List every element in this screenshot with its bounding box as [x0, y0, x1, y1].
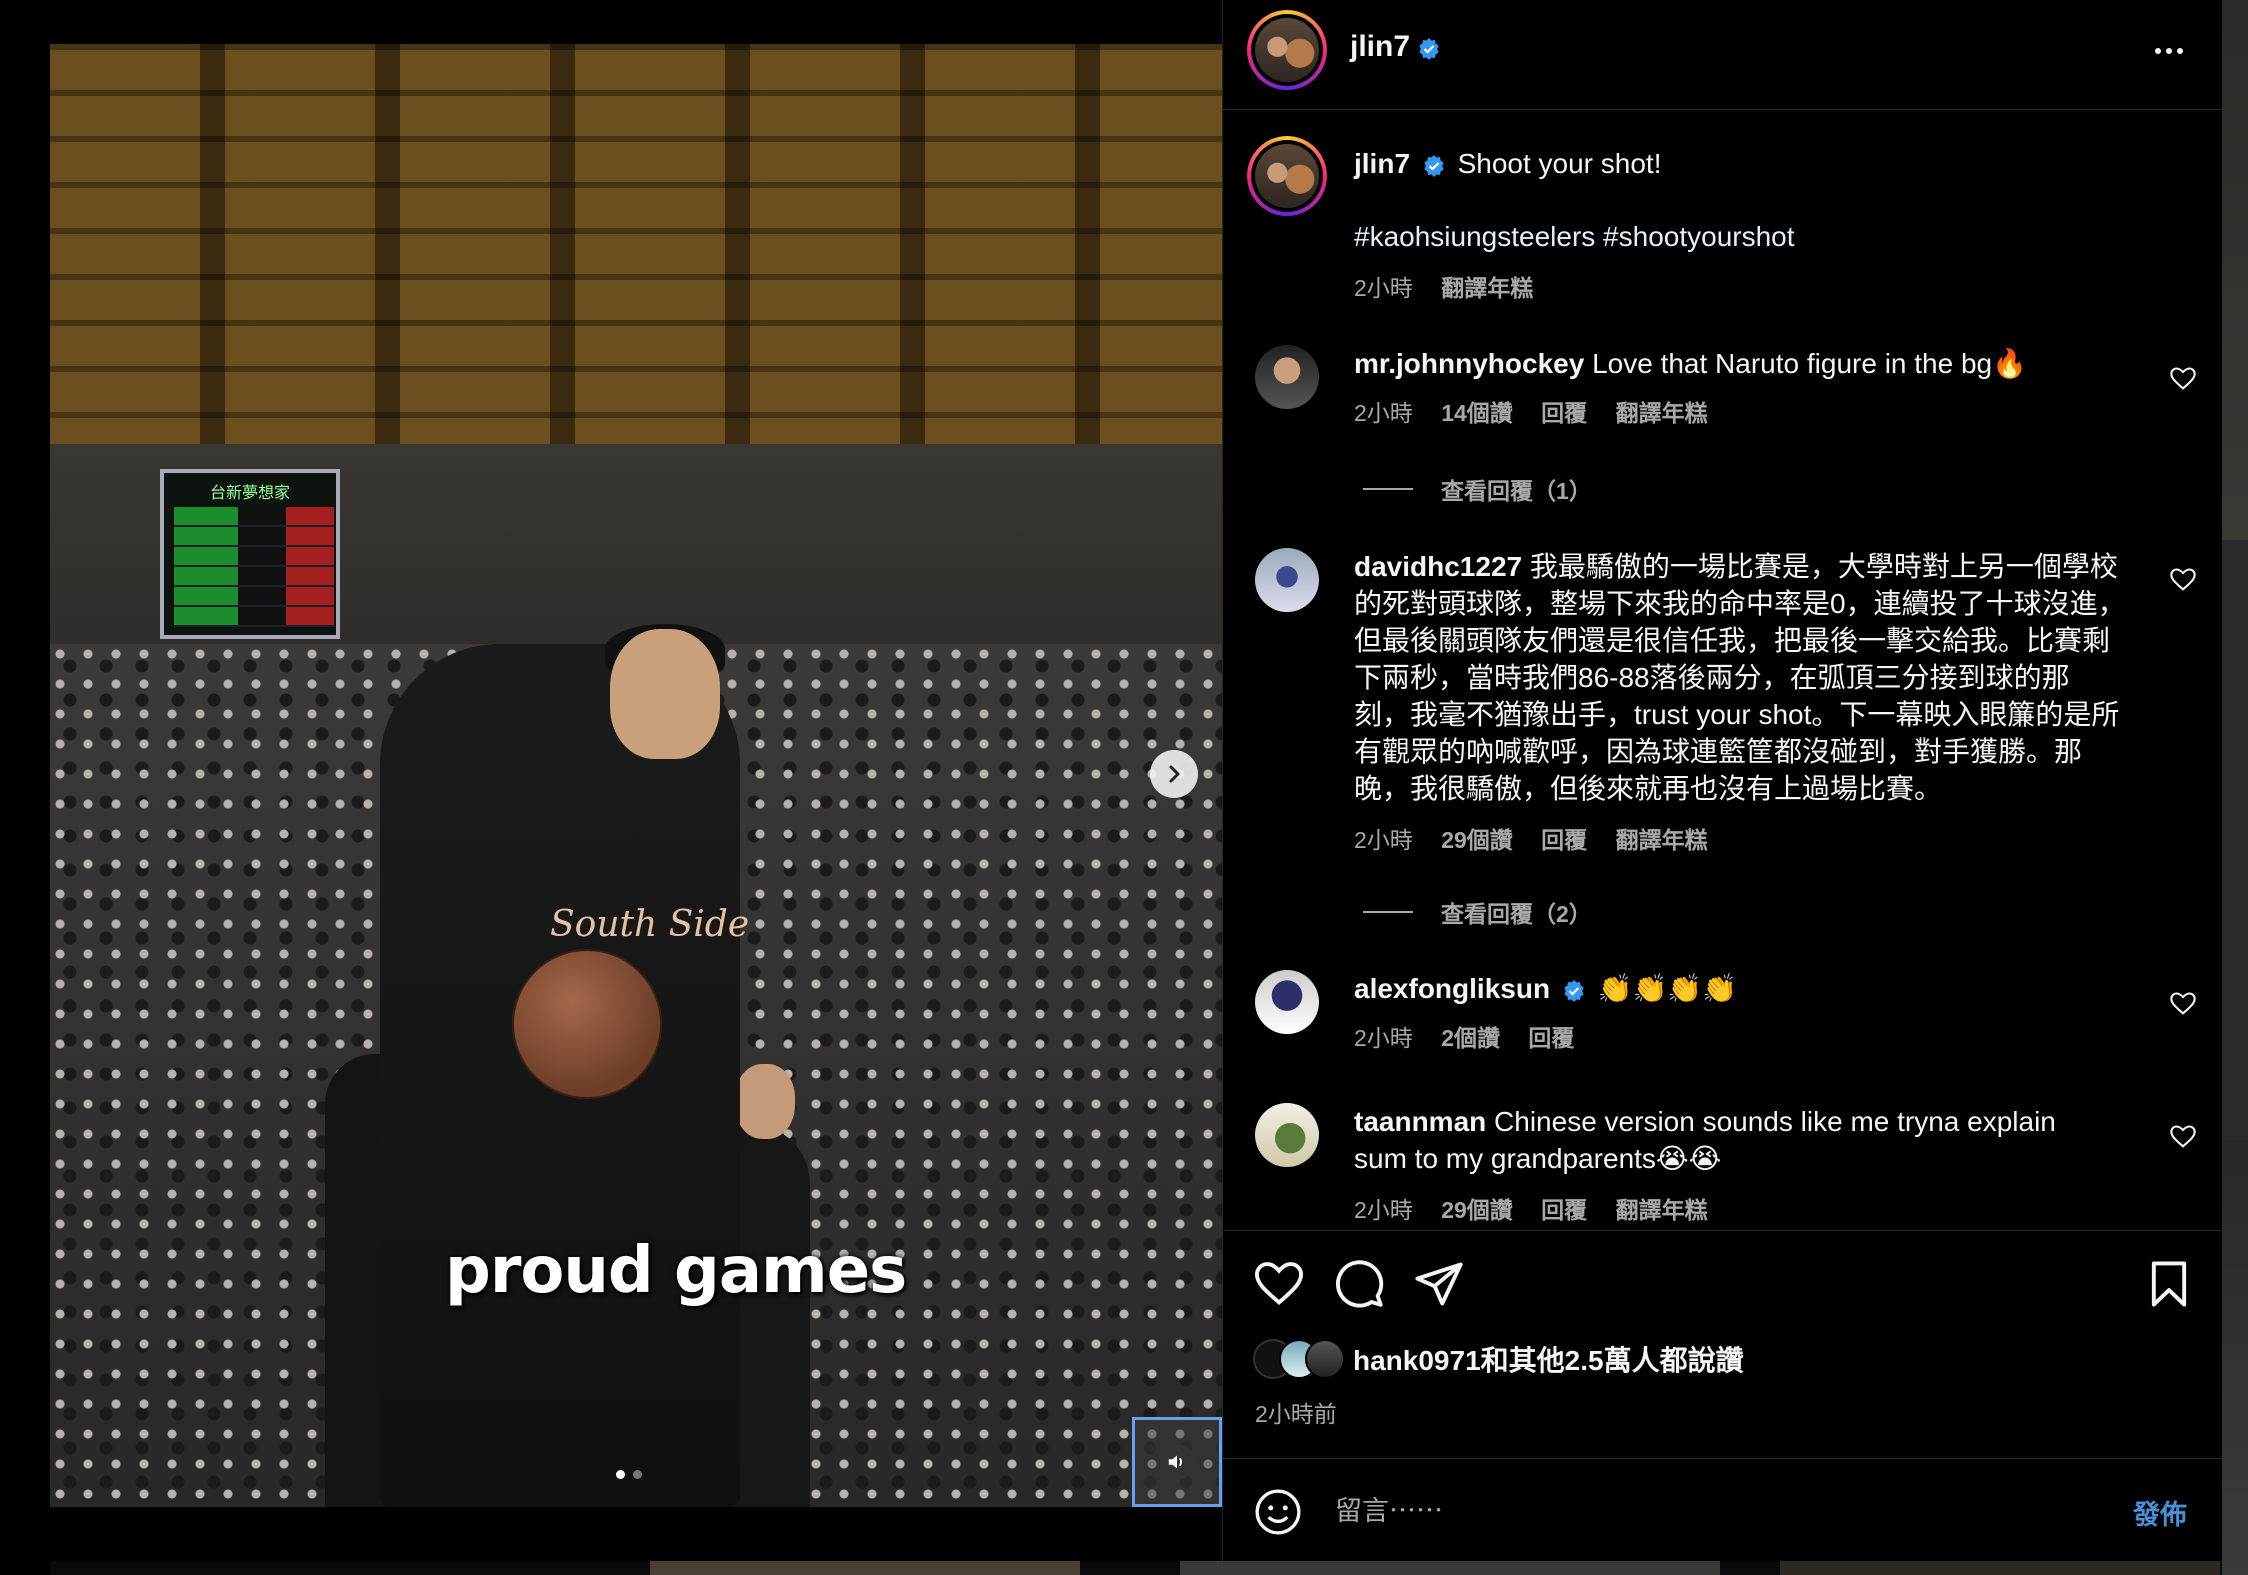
- carousel-dot-active: [616, 1470, 625, 1479]
- scoreboard: 台新夢想家: [160, 469, 340, 639]
- carousel-dot: [633, 1470, 642, 1479]
- comment-text: 👏👏👏👏: [1597, 973, 1738, 1004]
- likes-summary[interactable]: hank0971和其他2.5萬人都說讚: [1353, 1339, 1744, 1379]
- speaker-icon: [1168, 1455, 1183, 1469]
- author-username[interactable]: jlin7: [1350, 30, 1410, 64]
- commenter-avatar[interactable]: [1255, 345, 1319, 409]
- comment-bubble-icon[interactable]: [1333, 1258, 1385, 1310]
- translate-link[interactable]: 翻譯年糕: [1616, 1197, 1708, 1223]
- player-head: [735, 1064, 795, 1139]
- comment-text: taannman Chinese version sounds like me …: [1354, 1106, 2056, 1174]
- commenter-avatar[interactable]: [1255, 548, 1319, 612]
- like-heart-icon[interactable]: [1253, 1258, 1305, 1310]
- commenter-avatar[interactable]: [1255, 970, 1319, 1034]
- jersey-logo: South Side: [550, 904, 750, 945]
- mute-button[interactable]: [1132, 1417, 1222, 1507]
- caption-time[interactable]: 2小時: [1354, 275, 1413, 301]
- comment-time[interactable]: 2小時: [1354, 827, 1413, 853]
- caption: jlin7 Shoot your shot! #kaohsiungsteeler…: [1354, 145, 2194, 303]
- liked-by-row[interactable]: hank0971和其他2.5萬人都說讚: [1253, 1339, 1744, 1379]
- video-caption: proud games: [445, 1234, 907, 1308]
- reply-button[interactable]: 回覆: [1541, 1197, 1587, 1223]
- carousel-dots: [616, 1470, 642, 1479]
- verified-badge-icon: [1564, 979, 1584, 1002]
- background-strip: [2222, 0, 2248, 1575]
- comment-input[interactable]: [1335, 1484, 2095, 1538]
- view-replies-button[interactable]: 查看回覆（1）: [1363, 472, 1592, 506]
- comment-likes[interactable]: 14個讚: [1441, 400, 1513, 426]
- view-replies-label: 查看回覆（2）: [1441, 901, 1592, 927]
- scoreboard-title: 台新夢想家: [209, 485, 290, 502]
- comment-text: Love that Naruto figure in the bg🔥: [1592, 348, 2027, 379]
- verified-badge-icon: [1424, 154, 1444, 177]
- liker-avatar: [1305, 1339, 1345, 1379]
- view-replies-button[interactable]: 查看回覆（2）: [1363, 895, 1592, 929]
- author-avatar[interactable]: [1247, 10, 1327, 90]
- reply-button[interactable]: 回覆: [1528, 1025, 1574, 1051]
- like-comment-heart-icon[interactable]: [2169, 365, 2197, 393]
- like-comment-heart-icon[interactable]: [2169, 566, 2197, 594]
- comment-likes[interactable]: 29個讚: [1441, 1197, 1513, 1223]
- post-comment-button[interactable]: 發佈: [2133, 1493, 2187, 1532]
- post-media[interactable]: 台新夢想家 South Side proud games: [50, 44, 1222, 1507]
- post-time-ago[interactable]: 2小時前: [1255, 1395, 1337, 1429]
- commenter-username[interactable]: mr.johnnyhockey: [1354, 348, 1584, 379]
- post-side-panel: jlin7 jlin7 Shoot your shot! #kaohsiungs…: [1222, 0, 2223, 1561]
- next-slide-button[interactable]: [1150, 750, 1198, 798]
- reply-button[interactable]: 回覆: [1541, 400, 1587, 426]
- like-comment-heart-icon[interactable]: [2169, 990, 2197, 1018]
- background-bottom-strip: [50, 1561, 2222, 1575]
- post-actions: hank0971和其他2.5萬人都說讚 2小時前: [1223, 1230, 2223, 1460]
- view-replies-label: 查看回覆（1）: [1441, 478, 1592, 504]
- commenter-username[interactable]: alexfongliksun: [1354, 973, 1550, 1004]
- caption-text: Shoot your shot!: [1457, 148, 1662, 179]
- save-bookmark-icon[interactable]: [2143, 1258, 2195, 1310]
- emoji-icon[interactable]: [1253, 1487, 1303, 1537]
- arena-ceiling: [50, 44, 1222, 464]
- like-comment-heart-icon[interactable]: [2169, 1123, 2197, 1151]
- player-face: [610, 629, 720, 759]
- comment-likes[interactable]: 29個讚: [1441, 827, 1513, 853]
- share-send-icon[interactable]: [1413, 1258, 1465, 1310]
- comment-time[interactable]: 2小時: [1354, 400, 1413, 426]
- commenter-username[interactable]: taannman: [1354, 1106, 1486, 1137]
- comment-time[interactable]: 2小時: [1354, 1025, 1413, 1051]
- caption-author-avatar[interactable]: [1247, 136, 1327, 216]
- comment-likes[interactable]: 2個讚: [1441, 1025, 1500, 1051]
- basketball: [512, 949, 662, 1099]
- comment-time[interactable]: 2小時: [1354, 1197, 1413, 1223]
- commenter-username[interactable]: davidhc1227: [1354, 551, 1522, 582]
- verified-badge-icon: [1419, 38, 1439, 60]
- comment-composer: 發佈: [1223, 1458, 2223, 1561]
- translate-link[interactable]: 翻譯年糕: [1616, 400, 1708, 426]
- chevron-right-icon: [1169, 765, 1180, 783]
- caption-hashtags[interactable]: #kaohsiungsteelers #shootyourshot: [1354, 218, 2194, 255]
- translate-link[interactable]: 翻譯年糕: [1616, 827, 1708, 853]
- commenter-avatar[interactable]: [1255, 1103, 1319, 1167]
- post-header: jlin7: [1223, 0, 2223, 110]
- comment-text: davidhc1227 我最驕傲的一場比賽是，大學時對上另一個學校 的死對頭球隊…: [1354, 551, 2126, 804]
- caption-username[interactable]: jlin7: [1354, 148, 1410, 179]
- caption-translate-link[interactable]: 翻譯年糕: [1441, 275, 1533, 301]
- reply-button[interactable]: 回覆: [1541, 827, 1587, 853]
- more-options-button[interactable]: [2149, 36, 2189, 66]
